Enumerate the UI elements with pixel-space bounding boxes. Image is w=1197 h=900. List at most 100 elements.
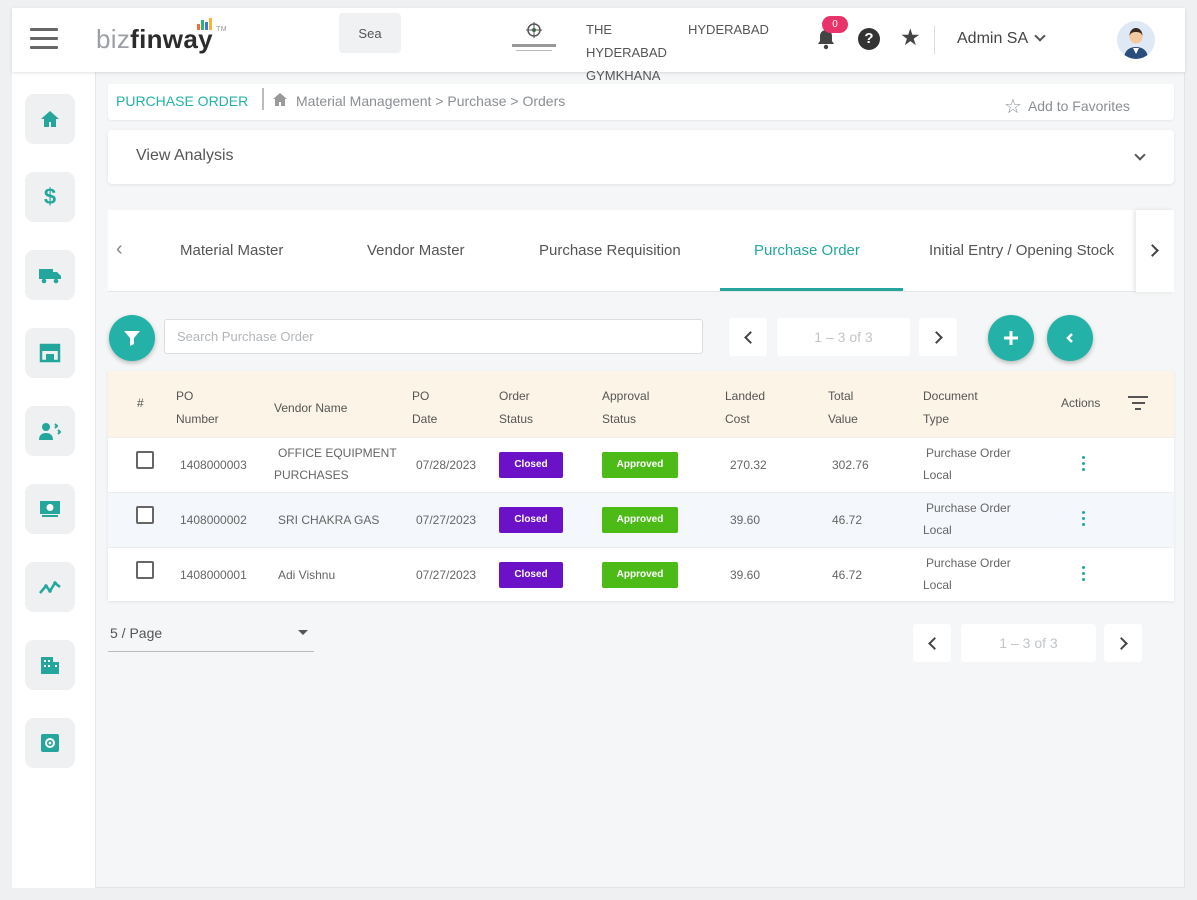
col-document-type[interactable]: Document Type <box>923 385 978 431</box>
user-name: Admin SA <box>957 30 1029 47</box>
col-vendor-name[interactable]: Vendor Name <box>274 397 347 420</box>
tab-initial-entry-opening-stock[interactable]: Initial Entry / Opening Stock <box>929 242 1114 259</box>
vendor-name: SRI CHAKRA GAS <box>278 513 380 527</box>
tab-purchase-requisition[interactable]: Purchase Requisition <box>539 242 681 259</box>
row-checkbox[interactable] <box>136 451 154 469</box>
purchase-order-table: # PO Number Vendor Name PO Date Order Statu… <box>108 371 1174 601</box>
settings-icon <box>41 734 59 752</box>
chevron-right-icon <box>1114 636 1128 650</box>
module-tabs: ‹ Material Master Vendor Master Purchase… <box>108 210 1174 292</box>
filter-button[interactable] <box>109 315 155 361</box>
star-outline-icon: ☆ <box>1004 96 1022 118</box>
landed-cost: 39.60 <box>730 513 761 527</box>
breadcrumb: PURCHASE ORDER Material Management > Pur… <box>108 84 1174 120</box>
col-landed-cost[interactable]: Landed Cost <box>725 385 765 431</box>
search-purchase-order-input[interactable] <box>164 319 703 354</box>
footer-next-page-button[interactable] <box>1104 624 1142 662</box>
user-menu[interactable]: Admin SA <box>957 30 1046 48</box>
page-size-select[interactable]: 5 / Page <box>108 618 314 652</box>
table-row[interactable]: 1408000002 SRI CHAKRA GAS 07/27/2023 Clo… <box>108 492 1174 547</box>
add-purchase-order-button[interactable] <box>988 315 1034 361</box>
club-name: THE HYDERABAD GYMKHANA <box>586 22 667 83</box>
col-index: # <box>137 396 144 410</box>
tabs-scroll-right-button[interactable] <box>1136 210 1174 292</box>
logo-bars-icon <box>196 18 215 30</box>
landed-cost: 39.60 <box>730 568 761 582</box>
bizfinway-logo[interactable]: bizfinway TM <box>96 18 227 55</box>
sidebar-item-analytics[interactable] <box>25 562 75 612</box>
document-type: Purchase Order Local <box>923 501 1011 537</box>
home-icon[interactable] <box>272 92 288 108</box>
gymkhana-logo <box>506 18 562 58</box>
table-row[interactable]: 1408000001 Adi Vishnu 07/27/2023 Closed … <box>108 547 1174 602</box>
global-search-input[interactable] <box>339 13 401 53</box>
add-to-favorites-button[interactable]: ☆ Add to Favorites <box>1004 92 1130 118</box>
landed-cost: 270.32 <box>730 458 767 472</box>
row-actions-menu-icon[interactable] <box>1080 456 1086 474</box>
page-info: 1 – 3 of 3 <box>777 318 910 356</box>
sidebar-item-building[interactable] <box>25 640 75 690</box>
order-status-badge: Closed <box>499 452 563 478</box>
cash-icon <box>40 501 60 517</box>
po-date: 07/27/2023 <box>416 568 477 582</box>
row-actions-menu-icon[interactable] <box>1080 511 1086 529</box>
col-order-status[interactable]: Order Status <box>499 385 533 431</box>
header-divider <box>934 26 935 54</box>
row-actions-menu-icon[interactable] <box>1080 566 1086 584</box>
sidebar: $ <box>12 72 96 888</box>
chevron-right-icon <box>1146 244 1159 257</box>
sidebar-item-members[interactable] <box>25 406 75 456</box>
row-checkbox[interactable] <box>136 506 154 524</box>
footer-prev-page-button[interactable] <box>913 624 951 662</box>
chevron-right-icon <box>929 330 943 344</box>
sidebar-item-store[interactable] <box>25 328 75 378</box>
tab-material-master[interactable]: Material Master <box>180 242 283 259</box>
chevron-down-icon <box>1134 149 1146 161</box>
order-status-badge: Closed <box>499 562 563 588</box>
footer-page-info: 1 – 3 of 3 <box>961 624 1096 662</box>
chevron-left-icon <box>743 330 757 344</box>
plus-icon <box>1004 331 1018 345</box>
total-value: 46.72 <box>832 568 863 582</box>
filter-icon <box>124 331 140 346</box>
col-po-number[interactable]: PO Number <box>176 385 219 431</box>
approval-status-badge: Approved <box>602 562 678 588</box>
col-po-date[interactable]: PO Date <box>412 385 437 431</box>
row-checkbox[interactable] <box>136 561 154 579</box>
col-approval-status[interactable]: Approval Status <box>602 385 649 431</box>
sidebar-item-finance[interactable]: $ <box>25 172 75 222</box>
breadcrumb-path[interactable]: Material Management > Purchase > Orders <box>296 93 565 109</box>
sidebar-item-home[interactable] <box>25 94 75 144</box>
col-total-value[interactable]: Total Value <box>828 385 858 431</box>
collapse-button[interactable] <box>1047 315 1093 361</box>
club-city: HYDERABAD <box>688 22 769 37</box>
sidebar-item-logistics[interactable] <box>25 250 75 300</box>
view-analysis-panel[interactable]: View Analysis <box>108 130 1174 184</box>
next-page-button[interactable] <box>919 318 957 356</box>
caret-down-icon <box>298 630 308 635</box>
table-header: # PO Number Vendor Name PO Date Order Statu… <box>108 371 1174 437</box>
document-type: Purchase Order Local <box>923 446 1011 482</box>
home-icon <box>41 111 59 127</box>
prev-page-button[interactable] <box>729 318 767 356</box>
dollar-icon: $ <box>43 184 57 209</box>
tabs-scroll-left-icon[interactable]: ‹ <box>116 238 123 261</box>
column-filter-icon[interactable] <box>1128 396 1148 412</box>
total-value: 46.72 <box>832 513 863 527</box>
avatar-icon[interactable] <box>1117 21 1155 59</box>
sidebar-item-settings[interactable] <box>25 718 75 768</box>
total-value: 302.76 <box>832 458 869 472</box>
star-icon[interactable]: ★ <box>900 24 921 51</box>
building-icon <box>41 657 59 674</box>
tab-purchase-order[interactable]: Purchase Order <box>754 242 860 259</box>
po-number: 1408000003 <box>180 458 247 472</box>
help-icon[interactable]: ? <box>858 28 880 50</box>
tab-vendor-master[interactable]: Vendor Master <box>367 242 465 259</box>
sidebar-item-billing[interactable] <box>25 484 75 534</box>
page-title: PURCHASE ORDER <box>116 93 249 109</box>
hamburger-icon[interactable] <box>30 28 58 50</box>
document-type: Purchase Order Local <box>923 556 1011 592</box>
col-actions: Actions <box>1061 396 1101 410</box>
po-number: 1408000002 <box>180 513 247 527</box>
table-row[interactable]: 1408000003 OFFICE EQUIPMENT PURCHASES 07/… <box>108 437 1174 492</box>
